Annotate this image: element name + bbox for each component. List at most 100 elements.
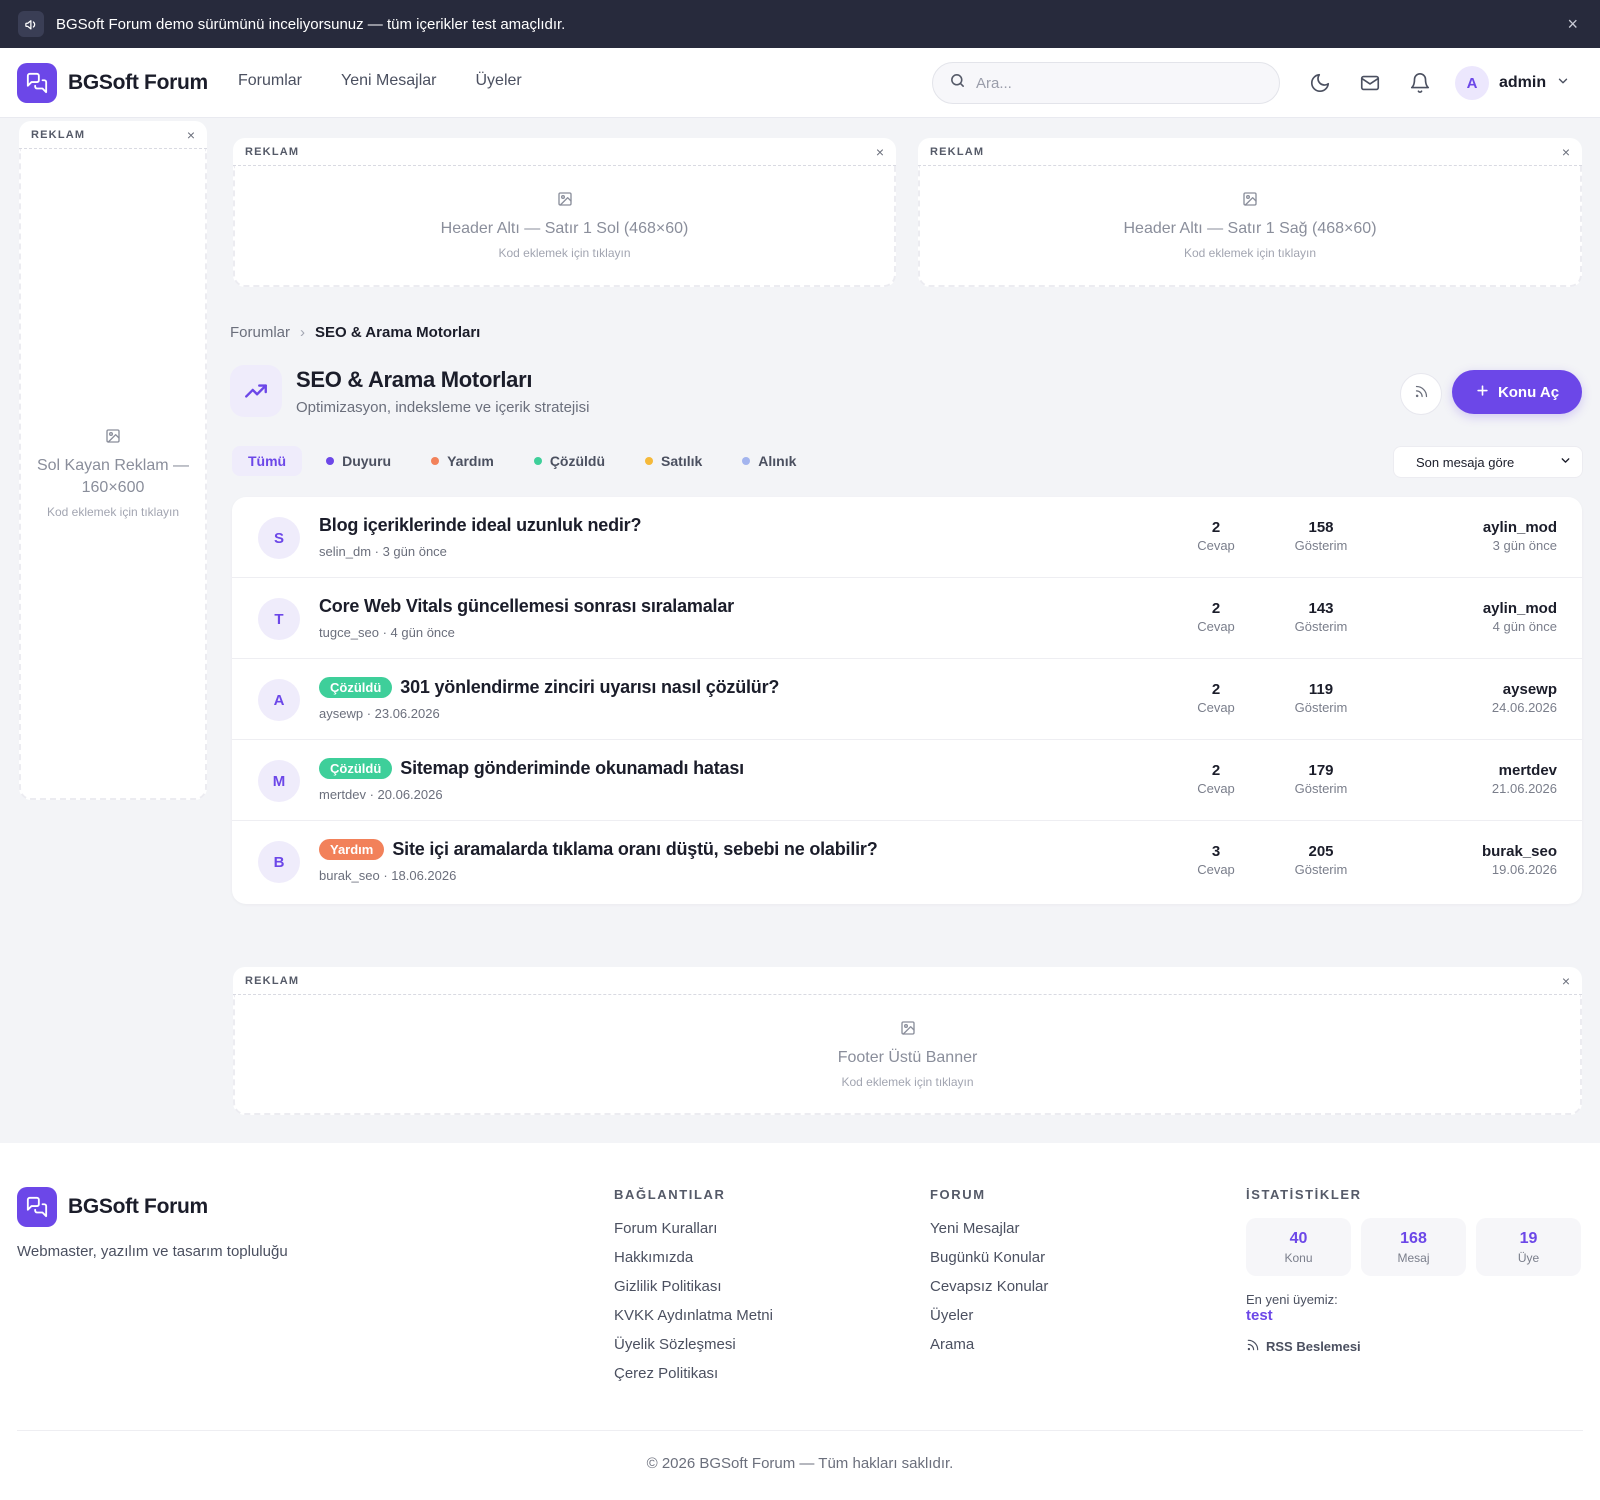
filter-help[interactable]: Yardım	[415, 446, 510, 476]
megaphone-icon	[18, 11, 44, 37]
close-icon[interactable]: ×	[876, 144, 884, 160]
rss-feed-link[interactable]: RSS Beslemesi	[1246, 1338, 1581, 1355]
nav-new-posts[interactable]: Yeni Mesajlar	[341, 72, 436, 90]
stat-value: 143	[1308, 600, 1334, 617]
dot-icon	[645, 457, 654, 465]
topic-row: M Çözüldü Sitemap gönderiminde okunamadı …	[232, 740, 1582, 821]
filter-solved[interactable]: Çözüldü	[518, 446, 621, 476]
avatar[interactable]: B	[258, 841, 300, 883]
topic-row: A Çözüldü 301 yönlendirme zinciri uyarısı…	[232, 659, 1582, 740]
ad-slot[interactable]: Header Altı — Satır 1 Sağ (468×60) Kod e…	[918, 166, 1582, 287]
avatar[interactable]: T	[258, 598, 300, 640]
status-badge: Yardım	[319, 839, 385, 860]
last-post-user[interactable]: burak_seo	[1482, 843, 1557, 860]
footer-link[interactable]: Üyeler	[930, 1307, 1048, 1324]
chevron-down-icon	[1556, 74, 1570, 93]
footer-link[interactable]: Yeni Mesajlar	[930, 1220, 1048, 1237]
ad-slot[interactable]: Sol Kayan Reklam — 160×600 Kod eklemek i…	[19, 149, 207, 800]
stat-cards: 40 Konu 168 Mesaj 19 Üye	[1246, 1218, 1581, 1276]
close-icon[interactable]: ×	[187, 127, 195, 143]
breadcrumb-forums-link[interactable]: Forumlar	[230, 324, 290, 341]
filter-label: Alınık	[758, 453, 797, 469]
avatar[interactable]: S	[258, 517, 300, 559]
filter-wanted[interactable]: Alınık	[726, 446, 812, 476]
footer-link[interactable]: Gizlilik Politikası	[614, 1278, 773, 1295]
ad-left-sidebar: REKLAM × Sol Kayan Reklam — 160×600 Kod e…	[19, 121, 207, 800]
footer-brand[interactable]: BGSoft Forum	[17, 1187, 208, 1227]
search-input[interactable]	[976, 74, 1256, 92]
topic-title-link[interactable]: Çözüldü Sitemap gönderiminde okunamadı ha…	[319, 758, 744, 779]
ad-label: REKLAM	[930, 145, 985, 158]
footer-link[interactable]: Hakkımızda	[614, 1249, 773, 1266]
ad-label: REKLAM	[245, 145, 300, 158]
column-heading: BAĞLANTILAR	[614, 1187, 726, 1202]
footer-link[interactable]: Çerez Politikası	[614, 1365, 773, 1382]
footer-link[interactable]: Arama	[930, 1336, 1048, 1353]
ad-slot[interactable]: Header Altı — Satır 1 Sol (468×60) Kod e…	[233, 166, 896, 287]
close-icon[interactable]: ×	[1567, 14, 1578, 35]
stat-value: 205	[1308, 843, 1334, 860]
new-topic-button[interactable]: Konu Aç	[1452, 370, 1582, 414]
stat-value: 2	[1211, 519, 1221, 536]
filter-announcement[interactable]: Duyuru	[310, 446, 407, 476]
topic-row: S Blog içeriklerinde ideal uzunluk nedir…	[232, 497, 1582, 578]
topic-list: S Blog içeriklerinde ideal uzunluk nedir…	[232, 497, 1582, 904]
ad-slot[interactable]: Footer Üstü Banner Kod eklemek için tıkl…	[233, 995, 1582, 1115]
last-post-time: 21.06.2026	[1491, 781, 1557, 796]
bell-icon[interactable]	[1409, 72, 1431, 94]
stat-value: 19	[1519, 1229, 1538, 1247]
image-icon	[557, 191, 573, 212]
stat-value: 2	[1211, 681, 1221, 698]
topic-row: B Yardım Site içi aramalarda tıklama oran…	[232, 821, 1582, 902]
moon-icon[interactable]	[1309, 72, 1331, 94]
site-footer: BGSoft Forum Webmaster, yazılım ve tasar…	[0, 1143, 1600, 1500]
close-icon[interactable]: ×	[1562, 973, 1570, 989]
stat-label: Cevap	[1197, 700, 1235, 715]
topic-title: Core Web Vitals güncellemesi sonrası sır…	[319, 596, 734, 616]
nav-members[interactable]: Üyeler	[475, 72, 521, 90]
filter-for-sale[interactable]: Satılık	[629, 446, 718, 476]
reply-count: 2 Cevap	[1176, 600, 1256, 634]
footer-link[interactable]: Bugünkü Konular	[930, 1249, 1048, 1266]
avatar[interactable]: M	[258, 760, 300, 802]
footer-link[interactable]: Üyelik Sözleşmesi	[614, 1336, 773, 1353]
status-badge: Çözüldü	[319, 758, 393, 779]
ad-hint: Kod eklemek için tıklayın	[498, 246, 631, 260]
close-icon[interactable]: ×	[1562, 144, 1570, 160]
last-post-user[interactable]: aysewp	[1492, 681, 1557, 698]
last-post-user[interactable]: aylin_mod	[1483, 600, 1557, 617]
brand-logo[interactable]: BGSoft Forum	[17, 63, 208, 103]
stat-label: Cevap	[1197, 619, 1235, 634]
user-menu[interactable]: A admin	[1455, 66, 1570, 100]
reply-count: 2 Cevap	[1176, 762, 1256, 796]
topic-title: Sitemap gönderiminde okunamadı hatası	[400, 758, 744, 778]
topic-title-link[interactable]: Core Web Vitals güncellemesi sonrası sır…	[319, 596, 734, 617]
last-post-user[interactable]: aylin_mod	[1483, 519, 1557, 536]
sort-select[interactable]: Son mesaja göre	[1393, 446, 1583, 478]
brand-name: BGSoft Forum	[68, 71, 208, 94]
topic-meta: aysewp · 23.06.2026	[319, 706, 440, 721]
last-post-user[interactable]: mertdev	[1492, 762, 1557, 779]
stat-value: 168	[1400, 1229, 1427, 1247]
last-post-time: 24.06.2026	[1491, 700, 1557, 715]
view-count: 158 Gösterim	[1281, 519, 1361, 553]
topic-title-link[interactable]: Yardım Site içi aramalarda tıklama oranı …	[319, 839, 878, 860]
topic-title-link[interactable]: Çözüldü 301 yönlendirme zinciri uyarısı n…	[319, 677, 779, 698]
rss-button[interactable]	[1400, 373, 1442, 415]
ad-hint: Kod eklemek için tıklayın	[1183, 246, 1317, 260]
last-post: burak_seo 19.06.2026	[1482, 843, 1557, 877]
footer-link[interactable]: Forum Kuralları	[614, 1220, 773, 1237]
chevron-right-icon: ›	[300, 324, 306, 341]
chat-logo-icon	[17, 1187, 57, 1227]
ad-hint: Kod eklemek için tıklayın	[46, 505, 180, 519]
nav-forums[interactable]: Forumlar	[238, 72, 302, 90]
topic-title-link[interactable]: Blog içeriklerinde ideal uzunluk nedir?	[319, 515, 641, 536]
stat-label: Gösterim	[1294, 619, 1348, 634]
newest-member-link[interactable]: test	[1246, 1307, 1581, 1324]
avatar[interactable]: A	[258, 679, 300, 721]
mail-icon[interactable]	[1359, 72, 1381, 94]
view-count: 179 Gösterim	[1281, 762, 1361, 796]
footer-link[interactable]: Cevapsız Konular	[930, 1278, 1048, 1295]
filter-all[interactable]: Tümü	[232, 446, 303, 476]
footer-link[interactable]: KVKK Aydınlatma Metni	[614, 1307, 773, 1324]
